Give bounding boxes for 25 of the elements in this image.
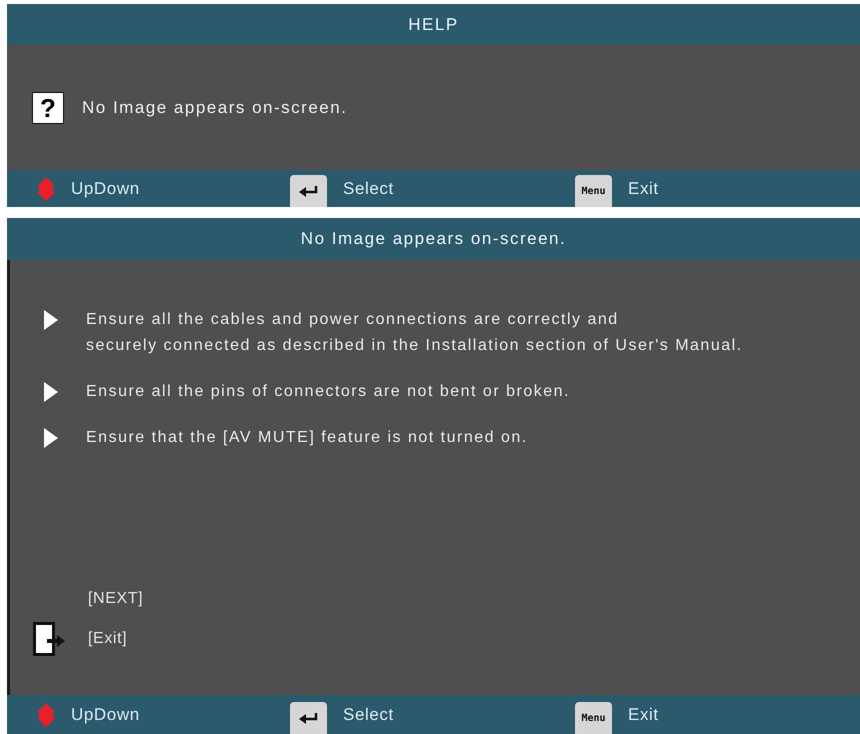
menu-key: Menu bbox=[575, 702, 612, 734]
menu-option[interactable]: [Exit] bbox=[88, 630, 128, 648]
enter-key-icon bbox=[290, 175, 327, 207]
menu-key: Menu bbox=[575, 175, 612, 207]
help-icon: ? bbox=[32, 92, 64, 124]
tip-text: Ensure that the [AV MUTE] feature is not turned on. bbox=[86, 428, 528, 448]
enter-key-icon bbox=[290, 702, 327, 734]
key-hint-label: UpDown bbox=[71, 178, 140, 198]
triangle-bullet-icon bbox=[44, 428, 58, 448]
key-hint-label: UpDown bbox=[71, 704, 140, 724]
question-text: No Image appears on-screen. bbox=[82, 98, 348, 118]
tip-text: Ensure all the cables and power connections are correctly and securely connected as described in the Installation section of User's Manual. bbox=[86, 310, 743, 356]
key-hint-label: Select bbox=[343, 178, 394, 198]
key-hint-label: Exit bbox=[628, 704, 659, 724]
key-hint-label: Select bbox=[343, 704, 394, 724]
topic-title: No Image appears on-screen. bbox=[300, 229, 566, 249]
tip-text: Ensure all the pins of connectors are not bent or broken. bbox=[86, 382, 570, 402]
up-down-arrows-icon bbox=[37, 176, 55, 200]
exit-door-icon bbox=[33, 622, 65, 656]
triangle-bullet-icon bbox=[44, 310, 58, 330]
key-hint-label: Exit bbox=[628, 178, 659, 198]
up-down-arrows-icon bbox=[37, 702, 55, 726]
triangle-bullet-icon bbox=[44, 382, 58, 402]
menu-option[interactable]: [NEXT] bbox=[88, 590, 144, 608]
menu-title: HELP bbox=[408, 14, 459, 34]
